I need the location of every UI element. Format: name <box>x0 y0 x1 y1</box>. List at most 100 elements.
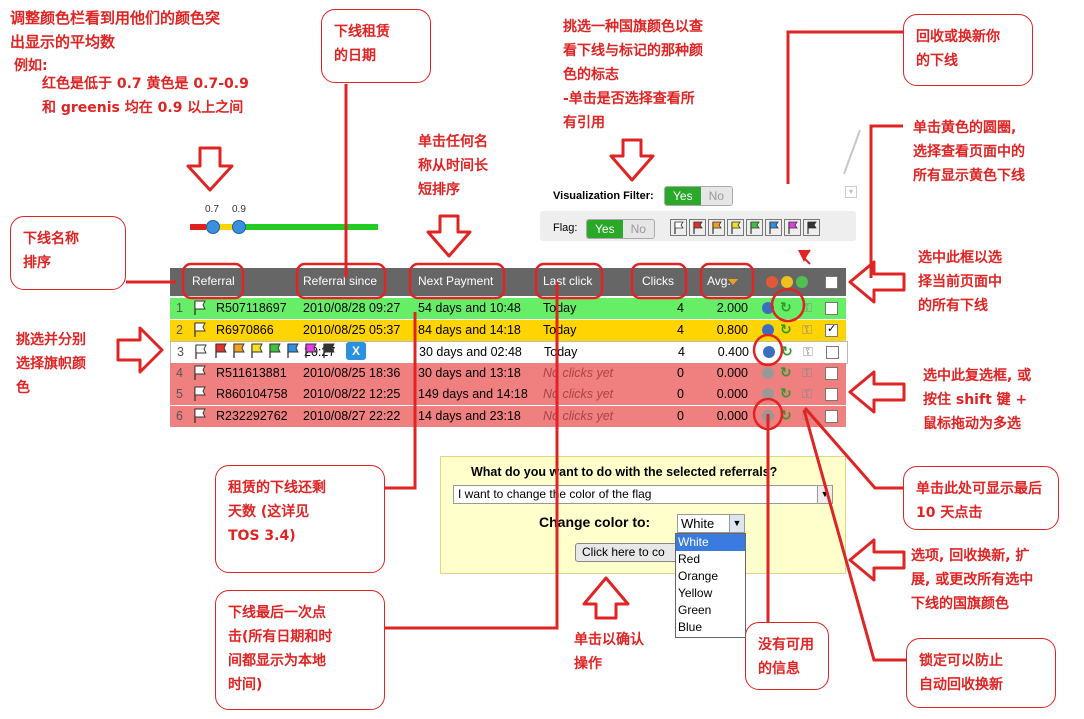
header-last-click[interactable]: Last click <box>543 274 592 288</box>
recycle-icon[interactable]: ↻ <box>780 364 792 381</box>
flag-icon[interactable] <box>192 408 208 427</box>
color-option[interactable]: Orange <box>676 568 745 585</box>
flag-icon[interactable] <box>193 344 209 363</box>
color-option[interactable]: White <box>676 534 745 551</box>
flag-filter-box-4[interactable] <box>746 219 763 236</box>
flag-filter-box-3[interactable] <box>727 219 744 236</box>
flag-filter-box-5[interactable] <box>765 219 782 236</box>
info-icon[interactable] <box>762 388 774 400</box>
referral-id[interactable]: R860104758 <box>216 387 288 401</box>
visualization-filter-label: Visualization Filter: <box>553 190 654 202</box>
flag-filter-box-6[interactable] <box>784 219 801 236</box>
referral-id[interactable]: R507118697 <box>216 301 287 315</box>
slider-low-handle[interactable] <box>206 220 220 234</box>
filter-green-circle-icon[interactable] <box>796 276 808 288</box>
referral-id[interactable]: R6970866 <box>216 323 274 337</box>
action-select[interactable]: I want to change the color of the flag ▼ <box>453 485 833 504</box>
row-checkbox[interactable] <box>825 366 838 380</box>
flag-option-icon[interactable] <box>213 343 229 364</box>
flag-filter-box-2[interactable] <box>708 219 725 236</box>
lock-icon[interactable]: ⚿ <box>802 365 812 381</box>
flag-option-icon[interactable] <box>285 343 301 364</box>
visualization-no[interactable]: No <box>700 187 732 205</box>
table-row[interactable]: 6 R232292762 2010/08/27 22:22 14 days and 2… <box>170 405 846 427</box>
row-checkbox[interactable] <box>825 409 838 423</box>
lock-icon[interactable]: ⚿ <box>802 322 812 338</box>
color-option[interactable]: Yellow <box>676 585 745 602</box>
row-number: 6 <box>176 408 183 423</box>
slider-red-segment <box>190 224 206 230</box>
info-icon[interactable] <box>763 346 775 358</box>
recycle-icon[interactable]: ↻ <box>781 343 793 360</box>
info-icon[interactable] <box>762 366 774 379</box>
flag-filter-box-1[interactable] <box>689 219 706 236</box>
recycle-icon[interactable]: ↻ <box>780 321 792 338</box>
callout-no-info: 没有可用 的信息 <box>745 622 829 690</box>
recycle-icon[interactable]: ↻ <box>780 299 792 316</box>
visualization-yes[interactable]: Yes <box>665 187 701 205</box>
color-option[interactable]: Red <box>676 551 745 568</box>
flag-filter-box-0[interactable] <box>670 219 687 236</box>
info-icon[interactable] <box>762 302 774 314</box>
row-checkbox[interactable] <box>826 346 839 359</box>
flag-icon[interactable] <box>192 365 208 384</box>
annotation-example: 红色是低于 0.7 黄色是 0.7-0.9 和 greenis 均在 0.9 以… <box>42 76 249 116</box>
annotation-adjust-color: 调整颜色栏看到用他们的颜色突 出显示的平均数 <box>10 9 221 51</box>
flag-yes[interactable]: Yes <box>587 220 623 238</box>
lock-icon[interactable]: ⚿ <box>802 408 812 424</box>
flag-option-icon[interactable] <box>303 343 319 364</box>
lock-icon[interactable]: ⚿ <box>802 300 812 316</box>
next-payment: 30 days and 02:48 <box>419 345 522 359</box>
close-flag-picker-icon[interactable]: X <box>346 342 366 360</box>
action-select-arrow-icon[interactable]: ▼ <box>817 486 832 503</box>
filter-red-circle-icon[interactable] <box>766 276 778 288</box>
clicks: 0 <box>677 387 684 401</box>
flag-option-icon[interactable] <box>267 343 283 364</box>
table-row[interactable]: 1 R507118697 2010/08/28 09:27 54 days and 1… <box>170 298 846 319</box>
flag-icon[interactable] <box>192 322 208 341</box>
referral-table-header: Referral Referral since Next Payment Las… <box>170 268 846 296</box>
annotation-select-all: 选中此框以选 择当前页面中 的所有下线 <box>918 250 1002 314</box>
referral-id[interactable]: R511613881 <box>216 366 287 380</box>
flag-filter-toggle[interactable]: Yes No <box>586 219 655 239</box>
annotation-yellow-circle: 单击黄色的圆圈, 选择查看页面中的 所有显示黄色下线 <box>913 120 1025 184</box>
row-checkbox[interactable] <box>825 388 838 401</box>
recycle-icon[interactable]: ↻ <box>780 407 792 424</box>
color-option[interactable]: Blue <box>676 619 745 636</box>
lock-icon[interactable]: ⚿ <box>802 386 812 402</box>
recycle-icon[interactable]: ↻ <box>780 385 792 402</box>
header-clicks[interactable]: Clicks <box>642 274 674 288</box>
visualization-filter-toggle[interactable]: Yes No <box>664 186 733 206</box>
header-referral[interactable]: Referral <box>192 274 235 288</box>
filter-yellow-circle-icon[interactable] <box>781 276 793 288</box>
color-select[interactable]: White ▼ <box>677 514 745 533</box>
select-all-checkbox[interactable] <box>825 276 838 289</box>
average: 0.400 <box>717 345 749 359</box>
flag-option-icon[interactable] <box>321 343 337 364</box>
color-select-arrow-icon[interactable]: ▼ <box>729 515 744 532</box>
arrow-up-confirm <box>582 576 630 620</box>
referral-id[interactable]: R232292762 <box>216 409 288 423</box>
flag-filter-box-7[interactable] <box>803 219 820 236</box>
flag-option-icon[interactable] <box>231 343 247 364</box>
flag-icon[interactable] <box>192 386 208 405</box>
flag-no[interactable]: No <box>622 220 654 238</box>
header-next-payment[interactable]: Next Payment <box>418 274 493 288</box>
info-icon[interactable] <box>762 323 774 336</box>
color-option[interactable]: Green <box>676 602 745 619</box>
row-checkbox[interactable] <box>825 302 838 315</box>
table-row[interactable]: 4 R511613881 2010/08/25 18:36 30 days and 1… <box>170 362 846 384</box>
arrowhead-yellow-circle <box>798 250 810 262</box>
info-icon[interactable] <box>762 409 774 422</box>
row-checkbox[interactable]: ✓ <box>825 323 838 337</box>
slider-high-handle[interactable] <box>232 220 246 234</box>
flag-icon[interactable] <box>192 300 208 319</box>
slider-high-label: 0.9 <box>232 204 246 215</box>
lock-icon[interactable]: ⚿ <box>803 344 813 360</box>
header-referral-since[interactable]: Referral since <box>303 274 377 288</box>
table-row[interactable]: 5 R860104758 2010/08/22 12:25 149 days and … <box>170 384 846 405</box>
confirm-button[interactable]: Click here to co <box>575 543 683 562</box>
table-row[interactable]: 2 R6970866 2010/08/25 05:37 84 days and 14:… <box>170 319 846 341</box>
flag-option-icon[interactable] <box>249 343 265 364</box>
collapse-icon[interactable]: ▾ <box>845 186 857 198</box>
